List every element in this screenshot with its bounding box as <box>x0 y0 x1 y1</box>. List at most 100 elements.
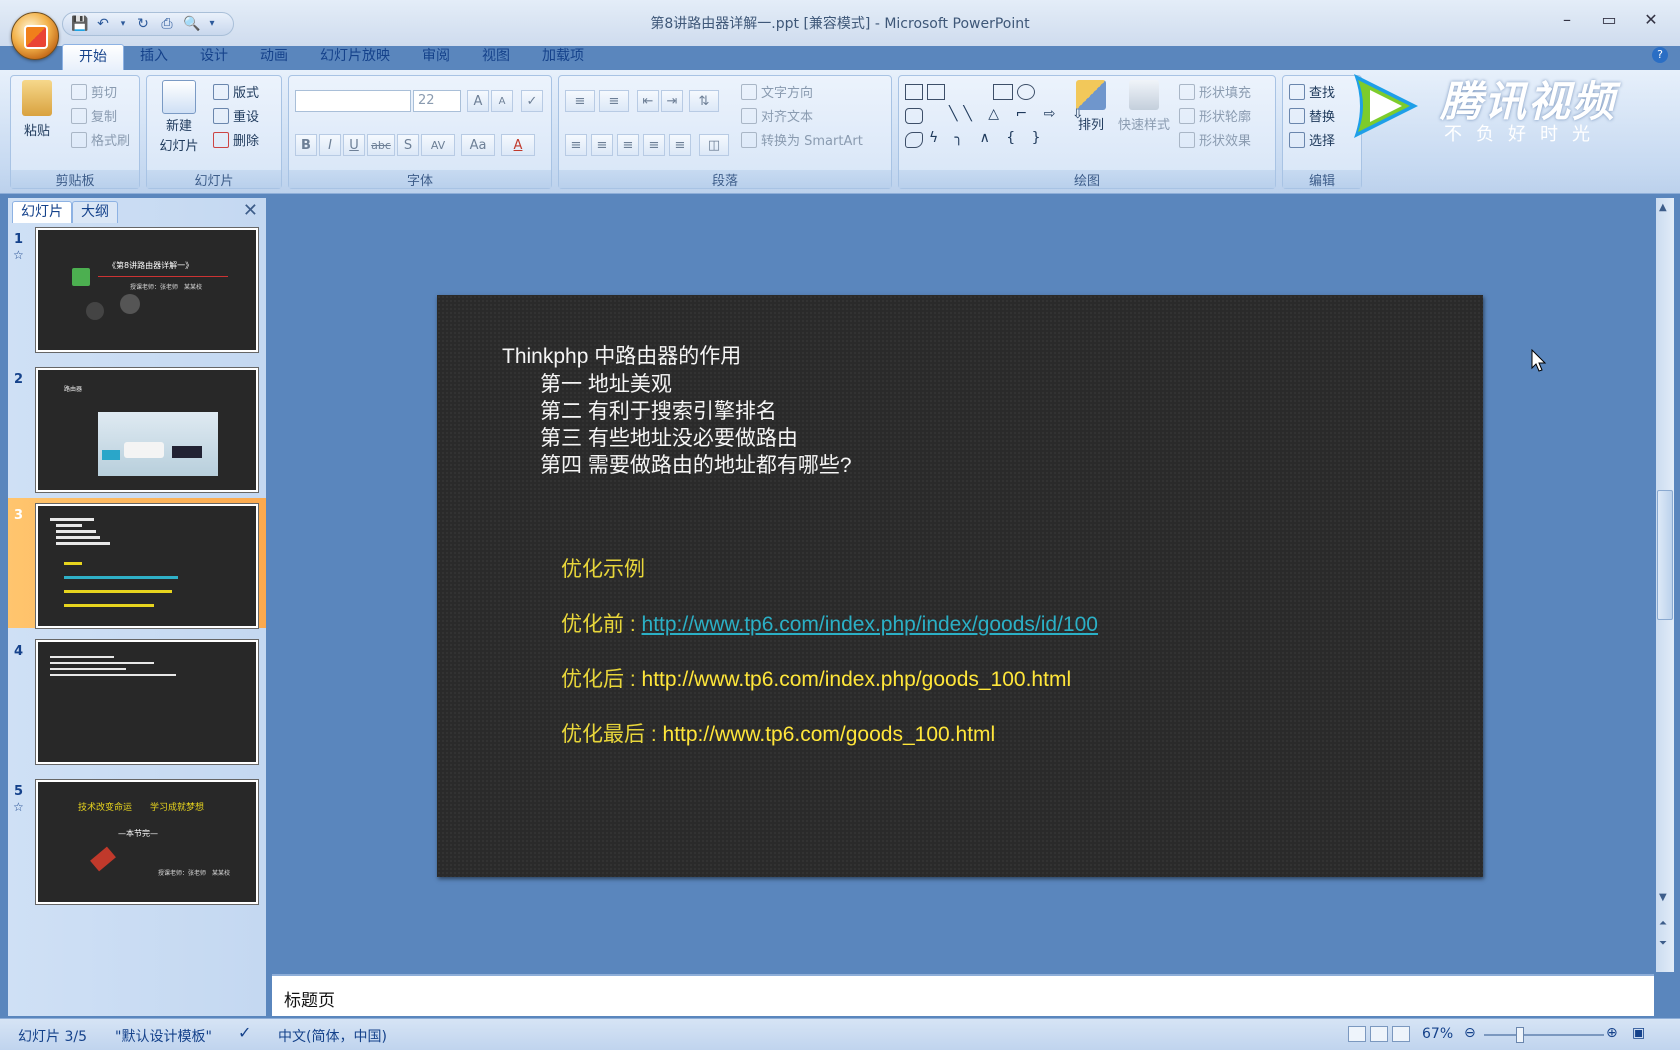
slide-point[interactable]: 第一 地址美观 <box>540 368 672 398</box>
replace-button[interactable]: 替换 <box>1289 106 1335 125</box>
align-right-button[interactable]: ≡ <box>617 134 639 156</box>
tab-2[interactable]: 设计 <box>184 44 244 70</box>
align-center-button[interactable]: ≡ <box>591 134 613 156</box>
tab-slides[interactable]: 幻灯片 <box>12 201 72 223</box>
font-name-combo[interactable] <box>295 90 411 112</box>
slide-thumbnail[interactable]: 《第8讲路由器详解一》 授课老师：张老师 某某校 <box>35 227 259 353</box>
layout-button[interactable]: 版式 <box>213 82 259 101</box>
bold-button[interactable]: B <box>295 134 317 156</box>
close-window-button[interactable]: ✕ <box>1634 10 1668 32</box>
convert-smartart-button[interactable]: 转换为 SmartArt <box>741 130 863 149</box>
arrange-button[interactable]: 排列 <box>1071 80 1111 133</box>
shrink-font-button[interactable]: A <box>491 90 513 112</box>
scrollbar-thumb[interactable] <box>1657 490 1673 620</box>
tab-4[interactable]: 幻灯片放映 <box>304 44 406 70</box>
tab-6[interactable]: 视图 <box>466 44 526 70</box>
notes-text[interactable]: 标题页 <box>284 986 335 1011</box>
slide-point[interactable]: 第三 有些地址没必要做路由 <box>540 422 798 452</box>
rectangle-shape-icon[interactable] <box>993 84 1013 100</box>
tab-7[interactable]: 加载项 <box>526 44 600 70</box>
new-slide-button[interactable]: 新建 幻灯片 <box>153 80 205 154</box>
font-size-combo[interactable]: 22 <box>413 90 461 112</box>
freeform-shape-icon[interactable] <box>905 132 923 148</box>
after-url[interactable]: http://www.tp6.com/index.php/goods_100.h… <box>642 668 1072 691</box>
tab-3[interactable]: 动画 <box>244 44 304 70</box>
undo-dropdown-icon[interactable]: ▾ <box>119 16 127 32</box>
slide-thumbnail-row[interactable]: 3 <box>8 498 266 629</box>
numbering-button[interactable]: ≡ <box>599 90 629 112</box>
zoom-slider-handle[interactable] <box>1516 1027 1524 1043</box>
help-icon[interactable]: ? <box>1652 47 1668 63</box>
current-slide[interactable]: Thinkphp 中路由器的作用 第一 地址美观 第二 有利于搜索引擎排名 第三… <box>437 295 1483 877</box>
decrease-indent-button[interactable]: ⇤ <box>637 90 659 112</box>
line-spacing-button[interactable]: ⇅ <box>689 90 719 112</box>
format-painter-button[interactable]: 格式刷 <box>71 130 130 149</box>
close-pane-icon[interactable]: ✕ <box>243 200 258 221</box>
rounded-rect-shape-icon[interactable] <box>905 108 923 124</box>
scroll-down-icon[interactable]: ▼ <box>1659 892 1667 903</box>
tab-0[interactable]: 开始 <box>62 44 124 70</box>
maximize-button[interactable]: ▭ <box>1592 10 1626 32</box>
justify-button[interactable]: ≡ <box>643 134 665 156</box>
columns-button[interactable]: ◫ <box>699 134 729 156</box>
slide-thumbnail[interactable] <box>35 503 259 629</box>
zoom-slider[interactable] <box>1484 1034 1604 1036</box>
slide-thumbnail-row[interactable]: 1 ☆ 《第8讲路由器详解一》 授课老师：张老师 某某校 <box>8 222 266 353</box>
underline-button[interactable]: U <box>343 134 365 156</box>
normal-view-icon[interactable] <box>1348 1026 1366 1042</box>
final-url[interactable]: http://www.tp6.com/goods_100.html <box>663 723 996 746</box>
slide-point[interactable]: 第二 有利于搜索引擎排名 <box>540 395 777 425</box>
slide-thumbnail[interactable] <box>35 639 259 765</box>
slide-thumbnail-row[interactable]: 4 <box>8 634 266 765</box>
increase-indent-button[interactable]: ⇥ <box>661 90 683 112</box>
tab-1[interactable]: 插入 <box>124 44 184 70</box>
delete-slide-button[interactable]: 删除 <box>213 130 259 149</box>
zoom-level[interactable]: 67% <box>1422 1026 1453 1042</box>
oval-shape-icon[interactable] <box>1017 84 1035 100</box>
copy-button[interactable]: 复制 <box>71 106 117 125</box>
strikethrough-button[interactable]: abc <box>367 134 395 156</box>
zoom-in-icon[interactable]: ⊕ <box>1606 1025 1618 1041</box>
vertical-textbox-shape-icon[interactable] <box>927 84 945 100</box>
reset-button[interactable]: 重设 <box>213 106 259 125</box>
cut-button[interactable]: 剪切 <box>71 82 117 101</box>
redo-icon[interactable]: ↻ <box>135 16 151 32</box>
slide-thumbnail-row[interactable]: 2 路由器 <box>8 362 266 493</box>
example-title[interactable]: 优化示例 <box>561 553 645 583</box>
shape-fill-button[interactable]: 形状填充 <box>1179 82 1251 101</box>
find-button[interactable]: 查找 <box>1289 82 1335 101</box>
shape-outline-button[interactable]: 形状轮廓 <box>1179 106 1251 125</box>
italic-button[interactable]: I <box>319 134 341 156</box>
clear-format-button[interactable]: ✓ <box>521 90 543 112</box>
quick-styles-button[interactable]: 快速样式 <box>1115 80 1173 133</box>
slide-sorter-view-icon[interactable] <box>1370 1026 1388 1042</box>
slide-thumbnail[interactable]: 技术改变命运 学习成就梦想 —本节完— 授课老师：张老师 某某校 <box>35 779 259 905</box>
notes-pane[interactable]: 标题页 <box>272 974 1654 1016</box>
font-color-button[interactable]: A <box>501 134 535 156</box>
print-preview-icon[interactable]: 🔍 <box>183 16 200 32</box>
shape-effects-button[interactable]: 形状效果 <box>1179 130 1251 149</box>
bullets-button[interactable]: ≡ <box>565 90 595 112</box>
zoom-out-icon[interactable]: ⊖ <box>1464 1025 1476 1041</box>
tab-outline[interactable]: 大纲 <box>72 201 118 223</box>
shapes-gallery[interactable]: ╲╲ △ ⌐ ⇨ ⇩ <box>949 106 1090 122</box>
align-left-button[interactable]: ≡ <box>565 134 587 156</box>
office-button[interactable] <box>11 12 59 60</box>
vertical-scrollbar[interactable]: ▲ ▼ ⏶ ⏷ <box>1656 198 1674 972</box>
text-direction-button[interactable]: 文字方向 <box>741 82 813 101</box>
scroll-up-icon[interactable]: ▲ <box>1659 202 1667 213</box>
slide-heading[interactable]: Thinkphp 中路由器的作用 <box>502 340 741 370</box>
previous-slide-icon[interactable]: ⏶ <box>1659 918 1667 929</box>
customize-qat-icon[interactable]: ▾ <box>207 16 217 32</box>
print-icon[interactable]: ⎙ <box>159 16 175 32</box>
text-shadow-button[interactable]: S <box>397 134 419 156</box>
spellcheck-icon[interactable]: ✓ <box>238 1023 251 1042</box>
next-slide-icon[interactable]: ⏷ <box>1659 938 1667 949</box>
tab-5[interactable]: 审阅 <box>406 44 466 70</box>
undo-icon[interactable]: ↶ <box>95 16 111 32</box>
paste-button[interactable]: 粘贴 <box>19 80 55 139</box>
slide-thumbnail-row[interactable]: 5 ☆ 技术改变命运 学习成就梦想 —本节完— 授课老师：张老师 某某校 <box>8 774 266 905</box>
slideshow-view-icon[interactable] <box>1392 1026 1410 1042</box>
change-case-button[interactable]: Aa <box>461 134 495 156</box>
shapes-gallery-row3[interactable]: ϟ ╮ ∧ { } <box>929 130 1047 146</box>
